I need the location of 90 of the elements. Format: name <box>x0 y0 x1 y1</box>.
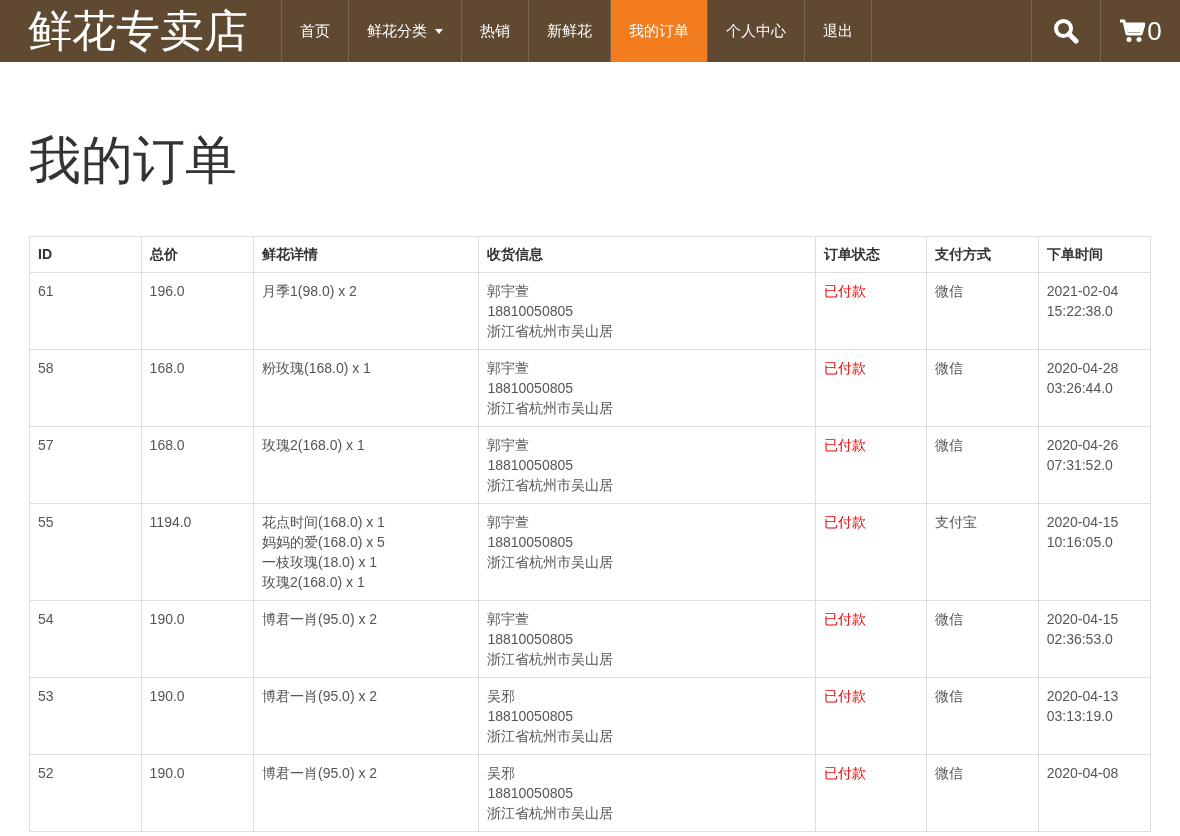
column-header: ID <box>29 236 142 273</box>
nav-link[interactable]: 首页 <box>281 0 348 62</box>
table-cell: 168.0 <box>149 360 185 376</box>
receiver-line: 18810050805 <box>487 456 575 475</box>
table-cell: 53 <box>38 688 54 704</box>
table-cell: 微信 <box>935 611 964 627</box>
column-header: 下单时间 <box>1038 236 1151 273</box>
order-time: 2020-04-28 <box>1046 359 1120 378</box>
receiver-line: 吴邪 <box>487 687 517 706</box>
flower-item: 博君一肖(95.0) x 2 <box>262 764 379 783</box>
order-time: 2020-04-13 <box>1046 687 1120 706</box>
flower-item: 月季1(98.0) x 2 <box>262 282 358 301</box>
status-text: 已付款 <box>823 765 866 781</box>
status-text: 已付款 <box>823 283 866 299</box>
cart-icon <box>1119 19 1146 43</box>
table-cell: 58 <box>38 360 54 376</box>
table-cell: 190.0 <box>149 765 185 781</box>
receiver-line: 吴邪 <box>487 764 517 783</box>
flower-item: 花点时间(168.0) x 1 <box>262 513 386 532</box>
status-text: 已付款 <box>823 437 866 453</box>
receiver-line: 郭宇萱 <box>487 610 531 629</box>
receiver-line: 18810050805 <box>487 379 575 398</box>
receiver-line: 18810050805 <box>487 630 575 649</box>
column-header: 收货信息 <box>478 236 816 273</box>
table-cell: 支付宝 <box>935 514 978 530</box>
column-header: 订单状态 <box>815 236 927 273</box>
table-cell: 196.0 <box>149 283 185 299</box>
table-cell: 1194.0 <box>149 514 192 530</box>
cart-button[interactable]: 0 <box>1100 0 1180 62</box>
order-time: 03:13:19.0 <box>1046 707 1114 726</box>
table-cell: 190.0 <box>149 688 185 704</box>
nav-link[interactable]: 鲜花分类 <box>348 0 461 62</box>
receiver-line: 18810050805 <box>487 302 575 321</box>
order-time: 10:16:05.0 <box>1046 533 1114 552</box>
receiver-line: 郭宇萱 <box>487 359 531 378</box>
order-time: 2020-04-08 <box>1046 764 1120 783</box>
receiver-line: 浙江省杭州市吴山居 <box>487 650 615 669</box>
table-cell: 微信 <box>935 437 964 453</box>
order-time: 2020-04-15 <box>1046 610 1120 629</box>
flower-item: 一枝玫瑰(18.0) x 1 <box>262 553 379 572</box>
table-cell: 54 <box>38 611 54 627</box>
column-header: 支付方式 <box>926 236 1039 273</box>
receiver-line: 浙江省杭州市吴山居 <box>487 399 615 418</box>
order-time: 2021-02-04 <box>1046 282 1120 301</box>
table-cell: 57 <box>38 437 54 453</box>
receiver-line: 郭宇萱 <box>487 513 531 532</box>
order-time: 2020-04-26 <box>1046 436 1120 455</box>
table-cell: 61 <box>38 283 54 299</box>
page-title: 我的订单 <box>29 130 238 191</box>
receiver-line: 浙江省杭州市吴山居 <box>487 727 615 746</box>
receiver-line: 18810050805 <box>487 533 575 552</box>
table-cell: 168.0 <box>149 437 185 453</box>
table-cell: 微信 <box>935 765 964 781</box>
flower-item: 粉玫瑰(168.0) x 1 <box>262 359 372 378</box>
order-time: 03:26:44.0 <box>1046 379 1114 398</box>
search-icon <box>1053 18 1079 44</box>
column-header: 总价 <box>141 236 254 273</box>
status-text: 已付款 <box>823 360 866 376</box>
flower-item: 玫瑰2(168.0) x 1 <box>262 573 366 592</box>
receiver-line: 浙江省杭州市吴山居 <box>487 804 615 823</box>
table-cell: 微信 <box>935 688 964 704</box>
brand-logo[interactable]: 鲜花专卖店 <box>0 0 281 62</box>
status-text: 已付款 <box>823 688 866 704</box>
flower-item: 玫瑰2(168.0) x 1 <box>262 436 366 455</box>
order-time: 07:31:52.0 <box>1046 456 1114 475</box>
flower-item: 博君一肖(95.0) x 2 <box>262 687 379 706</box>
flower-item: 博君一肖(95.0) x 2 <box>262 610 379 629</box>
receiver-line: 浙江省杭州市吴山居 <box>487 476 615 495</box>
nav-link[interactable]: 个人中心 <box>707 0 804 62</box>
order-time: 02:36:53.0 <box>1046 630 1114 649</box>
status-text: 已付款 <box>823 611 866 627</box>
table-cell: 190.0 <box>149 611 185 627</box>
receiver-line: 浙江省杭州市吴山居 <box>487 322 615 341</box>
receiver-line: 18810050805 <box>487 784 575 803</box>
receiver-line: 郭宇萱 <box>487 282 531 301</box>
column-header: 鲜花详情 <box>253 236 479 273</box>
receiver-line: 18810050805 <box>487 707 575 726</box>
order-time: 2020-04-15 <box>1046 513 1120 532</box>
receiver-line: 浙江省杭州市吴山居 <box>487 553 615 572</box>
table-cell: 微信 <box>935 360 964 376</box>
table-cell: 55 <box>38 514 54 530</box>
flower-item: 妈妈的爱(168.0) x 5 <box>262 533 386 552</box>
status-text: 已付款 <box>823 514 866 530</box>
nav-link[interactable]: 退出 <box>804 0 871 62</box>
receiver-line: 郭宇萱 <box>487 436 531 455</box>
caret-icon <box>435 28 443 34</box>
table-cell: 52 <box>38 765 54 781</box>
nav-link[interactable]: 热销 <box>461 0 528 62</box>
table-cell: 微信 <box>935 283 964 299</box>
order-time: 15:22:38.0 <box>1046 302 1114 321</box>
